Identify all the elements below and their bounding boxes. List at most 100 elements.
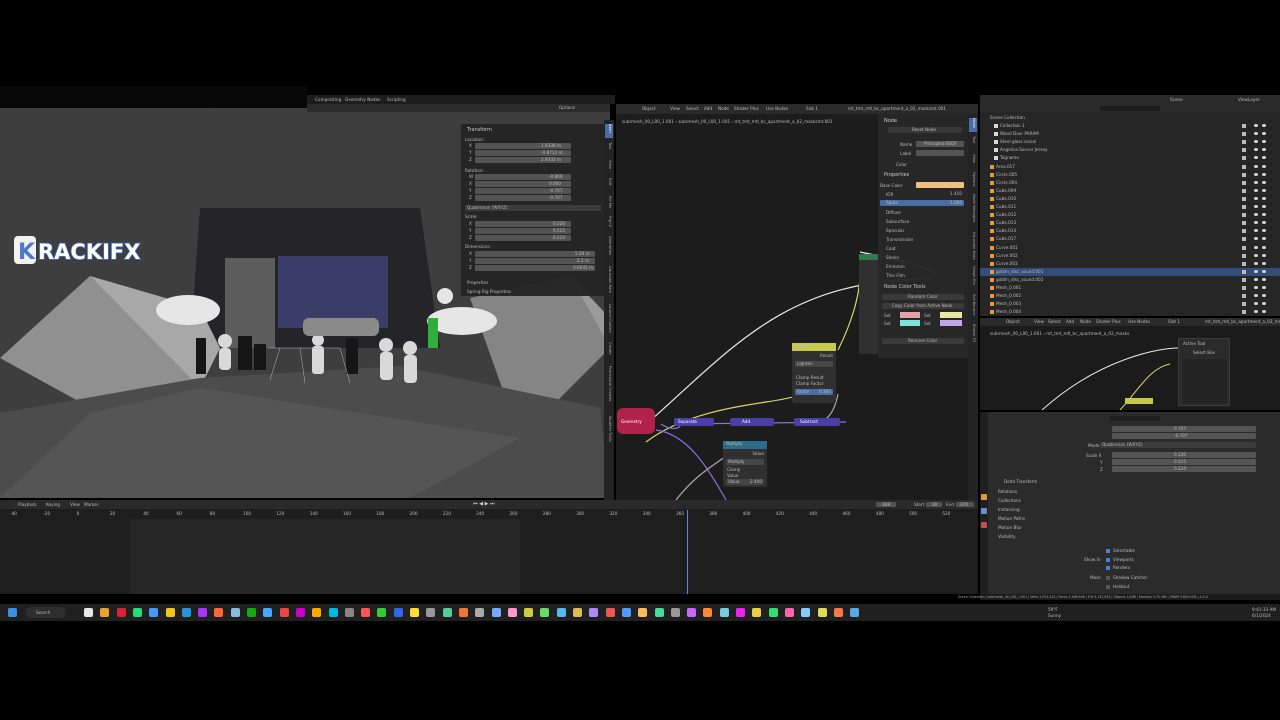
section-emission[interactable]: Emission (886, 264, 905, 269)
eye-icon[interactable] (1254, 140, 1258, 144)
taskbar-app-icon[interactable] (605, 608, 615, 617)
shadow-catcher-checkbox[interactable] (1106, 576, 1110, 580)
exclude-checkbox[interactable] (1242, 237, 1246, 242)
eye-icon[interactable] (1254, 253, 1258, 257)
exclude-checkbox[interactable] (1242, 124, 1246, 128)
outliner-item[interactable]: Curve.001 (980, 244, 1280, 252)
ior-field[interactable]: 1.450 (880, 191, 964, 197)
eye-icon[interactable] (1254, 286, 1258, 289)
camera-icon[interactable] (1262, 221, 1266, 225)
section-specular[interactable]: Specular (886, 228, 904, 233)
current-frame-field[interactable]: 368 (876, 502, 896, 507)
exclude-checkbox[interactable] (1242, 229, 1246, 234)
swatch-pink[interactable] (900, 312, 920, 318)
clamp-result-checkbox[interactable]: Clamp Result (796, 375, 824, 380)
reset-node-button[interactable]: Reset Node (888, 127, 962, 133)
tab-launch-control[interactable]: Launch Control (605, 304, 613, 338)
taskbar-app-icon[interactable] (801, 608, 811, 617)
spring-rig-subpanel[interactable]: Spring Rig Properties (467, 289, 511, 294)
tab-view2[interactable]: View (969, 154, 977, 168)
properties-search-input[interactable] (1110, 416, 1160, 421)
object-properties-icon[interactable] (981, 494, 987, 500)
taskbar-app-icon[interactable] (393, 608, 403, 617)
menu-playback[interactable]: Playback (18, 502, 37, 507)
taskbar-app-icon[interactable] (361, 608, 371, 617)
outliner-item[interactable]: Curve.003 (980, 260, 1280, 268)
holdout-checkbox[interactable] (1106, 585, 1110, 589)
separate-node[interactable]: Separate (674, 418, 714, 426)
section-diffuse[interactable]: Diffuse (886, 210, 901, 215)
section-transmission[interactable]: Transmission (886, 237, 913, 242)
camera-icon[interactable] (1262, 156, 1266, 160)
outliner-item[interactable]: Curve.002 (980, 252, 1280, 260)
playback-controls[interactable]: ⏮ ◀ ▶ ⏭ (473, 501, 494, 507)
menu-keying[interactable]: Keying (46, 502, 60, 507)
taskbar-app-icon[interactable] (100, 608, 110, 617)
taskbar-app-icon[interactable] (524, 608, 534, 617)
copy-color-button[interactable]: Copy Color from Active Node (882, 303, 964, 309)
add-node[interactable]: Add (730, 418, 774, 426)
outliner-item[interactable]: Cube.014 (980, 227, 1280, 235)
camera-icon[interactable] (1262, 213, 1266, 217)
outliner-item[interactable]: Collection 1 (980, 122, 1280, 130)
outliner-item[interactable]: Mesh_0.002 (980, 292, 1280, 300)
taskbar-search[interactable]: Search (26, 607, 66, 618)
tab-gaussian-data[interactable]: Gaussian Data (969, 232, 977, 262)
outliner-item[interactable]: Circle.005 (980, 171, 1280, 179)
node-label-field[interactable] (916, 150, 964, 156)
taskbar-app-icon[interactable] (850, 608, 860, 617)
menu-marker[interactable]: Marker (84, 502, 98, 507)
taskbar-app-icon[interactable] (230, 608, 240, 617)
tab-edit[interactable]: Edit (605, 178, 613, 192)
eye-icon[interactable] (1254, 172, 1258, 176)
color-toggle[interactable]: Color (896, 162, 907, 167)
tab-options[interactable]: Options (969, 172, 977, 190)
tab-compositing[interactable]: Compositing (315, 97, 341, 102)
outliner-item[interactable]: Cube.013 (980, 219, 1280, 227)
taskbar-app-icon[interactable] (556, 608, 566, 617)
tab-view[interactable]: View (605, 160, 613, 174)
timeline-ruler[interactable]: -40 -20 0 20 40 60 80 100 120 140 160 180 200 220 240 2… (0, 511, 978, 519)
exclude-checkbox[interactable] (1242, 188, 1246, 193)
camera-icon[interactable] (1262, 294, 1266, 298)
taskbar-app-icon[interactable] (638, 608, 648, 617)
menu-view-timeline[interactable]: View (70, 502, 80, 507)
section-thin-film[interactable]: Thin Film (886, 273, 905, 278)
material-properties-icon[interactable] (981, 522, 987, 528)
exclude-checkbox[interactable] (1242, 213, 1246, 218)
outliner-search-input[interactable] (1100, 106, 1160, 111)
camera-icon[interactable] (1262, 205, 1266, 208)
tab-modifier-tools[interactable]: Modifier Tools (605, 416, 613, 454)
eye-icon[interactable] (1254, 261, 1258, 265)
taskbar-app-icon[interactable] (165, 608, 175, 617)
tab-ember-fx[interactable]: Ember FX (969, 324, 977, 348)
outliner-item[interactable]: Cube.009 (980, 187, 1280, 195)
exclude-checkbox[interactable] (1242, 164, 1246, 169)
collections-section[interactable]: Collections (998, 498, 1021, 503)
camera-icon[interactable] (1262, 237, 1266, 241)
eye-icon[interactable] (1254, 156, 1258, 160)
outliner-item[interactable]: Mesh_0.003 (980, 300, 1280, 308)
eye-icon[interactable] (1254, 294, 1258, 298)
camera-icon[interactable] (1262, 164, 1266, 168)
tab-set-bounce[interactable]: Set Bounce (969, 294, 977, 320)
taskbar-app-icon[interactable] (132, 608, 142, 617)
camera-icon[interactable] (1262, 196, 1266, 200)
camera-icon[interactable] (1262, 286, 1266, 289)
lighten-node[interactable]: Lighten Result Lighten Clamp Result Clam… (792, 343, 836, 403)
camera-icon[interactable] (1262, 124, 1266, 127)
camera-icon[interactable] (1262, 180, 1266, 184)
taskbar-app-icon[interactable] (426, 608, 436, 617)
taskbar-app-icon[interactable] (328, 608, 338, 617)
multiply-node[interactable]: Multiply Value Multiply Clamp Value Valu… (723, 441, 767, 487)
taskbar-app-icon[interactable] (149, 608, 159, 617)
camera-icon[interactable] (1262, 277, 1266, 281)
camera-icon[interactable] (1262, 302, 1266, 306)
swatch-purple[interactable] (940, 320, 962, 326)
exclude-checkbox[interactable] (1242, 245, 1246, 250)
eye-icon[interactable] (1254, 269, 1258, 273)
taskbar-app-icon[interactable] (279, 608, 289, 617)
node-name-field[interactable]: Principled BSDF (916, 141, 964, 147)
tab-geometry-nodes[interactable]: Geometry Nodes (345, 97, 380, 102)
tab-node[interactable]: Node (969, 118, 977, 132)
